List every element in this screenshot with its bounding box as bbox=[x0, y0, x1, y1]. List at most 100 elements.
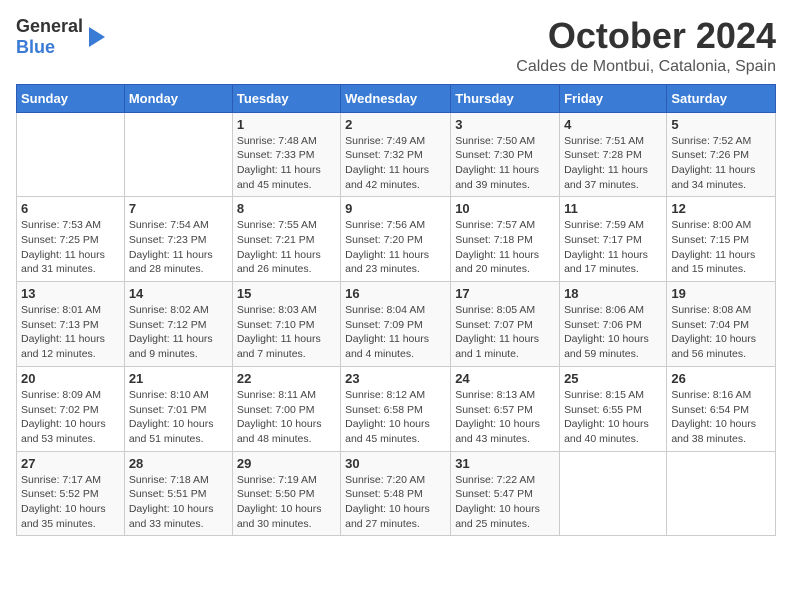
day-number: 30 bbox=[345, 456, 446, 471]
day-number: 14 bbox=[129, 286, 228, 301]
calendar-cell: 4 Sunrise: 7:51 AMSunset: 7:28 PMDaylight… bbox=[560, 112, 667, 197]
day-number: 15 bbox=[237, 286, 336, 301]
calendar-cell: 1Sunrise: 7:48 AMSunset: 7:33 PMDaylight… bbox=[232, 112, 340, 197]
day-info: Sunrise: 7:59 AMSunset: 7:17 PMDaylight:… bbox=[564, 218, 662, 277]
calendar-cell: 9 Sunrise: 7:56 AMSunset: 7:20 PMDaylight… bbox=[341, 197, 451, 282]
day-info: Sunrise: 8:01 AMSunset: 7:13 PMDaylight:… bbox=[21, 303, 120, 362]
day-number: 31 bbox=[455, 456, 555, 471]
calendar-cell: 27 Sunrise: 7:17 AMSunset: 5:52 PMDayligh… bbox=[17, 451, 125, 536]
day-info: Sunrise: 7:18 AMSunset: 5:51 PMDaylight:… bbox=[129, 473, 228, 532]
day-number: 24 bbox=[455, 371, 555, 386]
day-info: Sunrise: 7:56 AMSunset: 7:20 PMDaylight:… bbox=[345, 218, 446, 277]
calendar-cell: 31 Sunrise: 7:22 AMSunset: 5:47 PMDayligh… bbox=[451, 451, 560, 536]
calendar-cell: 3Sunrise: 7:50 AMSunset: 7:30 PMDaylight… bbox=[451, 112, 560, 197]
calendar-cell: 22 Sunrise: 8:11 AMSunset: 7:00 PMDayligh… bbox=[232, 366, 340, 451]
calendar-cell: 21 Sunrise: 8:10 AMSunset: 7:01 PMDayligh… bbox=[124, 366, 232, 451]
day-info: Sunrise: 8:10 AMSunset: 7:01 PMDaylight:… bbox=[129, 388, 228, 447]
day-number: 25 bbox=[564, 371, 662, 386]
day-info: Sunrise: 7:57 AMSunset: 7:18 PMDaylight:… bbox=[455, 218, 555, 277]
day-number: 20 bbox=[21, 371, 120, 386]
day-info: Sunrise: 7:54 AMSunset: 7:23 PMDaylight:… bbox=[129, 218, 228, 277]
day-info: Sunrise: 8:04 AMSunset: 7:09 PMDaylight:… bbox=[345, 303, 446, 362]
title-block: October 2024 Caldes de Montbui, Cataloni… bbox=[516, 16, 776, 76]
calendar-cell: 19 Sunrise: 8:08 AMSunset: 7:04 PMDayligh… bbox=[667, 282, 776, 367]
calendar-cell: 16 Sunrise: 8:04 AMSunset: 7:09 PMDayligh… bbox=[341, 282, 451, 367]
calendar-cell: 20 Sunrise: 8:09 AMSunset: 7:02 PMDayligh… bbox=[17, 366, 125, 451]
day-info: Sunrise: 7:53 AMSunset: 7:25 PMDaylight:… bbox=[21, 218, 120, 277]
calendar-header: SundayMondayTuesdayWednesdayThursdayFrid… bbox=[17, 84, 776, 112]
day-number: 23 bbox=[345, 371, 446, 386]
calendar-cell: 15 Sunrise: 8:03 AMSunset: 7:10 PMDayligh… bbox=[232, 282, 340, 367]
calendar-week-row: 13 Sunrise: 8:01 AMSunset: 7:13 PMDayligh… bbox=[17, 282, 776, 367]
calendar-body: 1Sunrise: 7:48 AMSunset: 7:33 PMDaylight… bbox=[17, 112, 776, 536]
day-number: 9 bbox=[345, 201, 446, 216]
page-header: General Blue October 2024 Caldes de Mont… bbox=[16, 16, 776, 76]
location-title: Caldes de Montbui, Catalonia, Spain bbox=[516, 58, 776, 76]
day-number: 4 bbox=[564, 117, 662, 132]
weekday-header-sunday: Sunday bbox=[17, 84, 125, 112]
weekday-header-monday: Monday bbox=[124, 84, 232, 112]
day-info: Sunrise: 7:20 AMSunset: 5:48 PMDaylight:… bbox=[345, 473, 446, 532]
day-number: 6 bbox=[21, 201, 120, 216]
calendar-cell: 24 Sunrise: 8:13 AMSunset: 6:57 PMDayligh… bbox=[451, 366, 560, 451]
logo-general: General bbox=[16, 16, 83, 36]
day-info: Sunrise: 8:05 AMSunset: 7:07 PMDaylight:… bbox=[455, 303, 555, 362]
day-info: Sunrise: 8:03 AMSunset: 7:10 PMDaylight:… bbox=[237, 303, 336, 362]
day-number: 26 bbox=[671, 371, 771, 386]
calendar-cell: 28 Sunrise: 7:18 AMSunset: 5:51 PMDayligh… bbox=[124, 451, 232, 536]
calendar-week-row: 27 Sunrise: 7:17 AMSunset: 5:52 PMDayligh… bbox=[17, 451, 776, 536]
day-info: Sunrise: 7:17 AMSunset: 5:52 PMDaylight:… bbox=[21, 473, 120, 532]
calendar-cell: 29Sunrise: 7:19 AMSunset: 5:50 PMDayligh… bbox=[232, 451, 340, 536]
calendar-cell: 10 Sunrise: 7:57 AMSunset: 7:18 PMDayligh… bbox=[451, 197, 560, 282]
day-info: Sunrise: 7:51 AMSunset: 7:28 PMDaylight:… bbox=[564, 134, 662, 193]
day-info: Sunrise: 8:09 AMSunset: 7:02 PMDaylight:… bbox=[21, 388, 120, 447]
calendar-cell bbox=[17, 112, 125, 197]
calendar-cell: 14 Sunrise: 8:02 AMSunset: 7:12 PMDayligh… bbox=[124, 282, 232, 367]
logo-arrow-icon bbox=[89, 27, 105, 47]
day-number: 5 bbox=[671, 117, 771, 132]
day-number: 19 bbox=[671, 286, 771, 301]
weekday-header-saturday: Saturday bbox=[667, 84, 776, 112]
day-number: 16 bbox=[345, 286, 446, 301]
day-number: 28 bbox=[129, 456, 228, 471]
calendar-cell: 7 Sunrise: 7:54 AMSunset: 7:23 PMDaylight… bbox=[124, 197, 232, 282]
day-number: 18 bbox=[564, 286, 662, 301]
calendar-cell: 23Sunrise: 8:12 AMSunset: 6:58 PMDayligh… bbox=[341, 366, 451, 451]
calendar-cell: 30 Sunrise: 7:20 AMSunset: 5:48 PMDayligh… bbox=[341, 451, 451, 536]
day-info: Sunrise: 8:13 AMSunset: 6:57 PMDaylight:… bbox=[455, 388, 555, 447]
day-number: 12 bbox=[671, 201, 771, 216]
day-info: Sunrise: 8:16 AMSunset: 6:54 PMDaylight:… bbox=[671, 388, 771, 447]
logo: General Blue bbox=[16, 16, 105, 58]
day-info: Sunrise: 8:02 AMSunset: 7:12 PMDaylight:… bbox=[129, 303, 228, 362]
day-number: 27 bbox=[21, 456, 120, 471]
calendar-cell: 6 Sunrise: 7:53 AMSunset: 7:25 PMDaylight… bbox=[17, 197, 125, 282]
day-info: Sunrise: 8:15 AMSunset: 6:55 PMDaylight:… bbox=[564, 388, 662, 447]
day-info: Sunrise: 7:52 AMSunset: 7:26 PMDaylight:… bbox=[671, 134, 771, 193]
weekday-header-tuesday: Tuesday bbox=[232, 84, 340, 112]
day-info: Sunrise: 8:08 AMSunset: 7:04 PMDaylight:… bbox=[671, 303, 771, 362]
day-info: Sunrise: 7:55 AMSunset: 7:21 PMDaylight:… bbox=[237, 218, 336, 277]
logo-wordmark: General Blue bbox=[16, 16, 83, 58]
day-info: Sunrise: 7:49 AMSunset: 7:32 PMDaylight:… bbox=[345, 134, 446, 193]
day-number: 29 bbox=[237, 456, 336, 471]
calendar-cell bbox=[667, 451, 776, 536]
day-number: 8 bbox=[237, 201, 336, 216]
day-number: 17 bbox=[455, 286, 555, 301]
day-info: Sunrise: 8:06 AMSunset: 7:06 PMDaylight:… bbox=[564, 303, 662, 362]
day-number: 22 bbox=[237, 371, 336, 386]
month-title: October 2024 bbox=[516, 16, 776, 56]
weekday-header-friday: Friday bbox=[560, 84, 667, 112]
calendar-cell bbox=[124, 112, 232, 197]
day-number: 7 bbox=[129, 201, 228, 216]
day-number: 21 bbox=[129, 371, 228, 386]
day-info: Sunrise: 8:11 AMSunset: 7:00 PMDaylight:… bbox=[237, 388, 336, 447]
logo-blue: Blue bbox=[16, 37, 55, 57]
calendar-cell: 8 Sunrise: 7:55 AMSunset: 7:21 PMDaylight… bbox=[232, 197, 340, 282]
calendar-cell: 18 Sunrise: 8:06 AMSunset: 7:06 PMDayligh… bbox=[560, 282, 667, 367]
day-number: 11 bbox=[564, 201, 662, 216]
day-info: Sunrise: 7:22 AMSunset: 5:47 PMDaylight:… bbox=[455, 473, 555, 532]
day-number: 13 bbox=[21, 286, 120, 301]
day-number: 10 bbox=[455, 201, 555, 216]
weekday-header-thursday: Thursday bbox=[451, 84, 560, 112]
calendar-week-row: 20 Sunrise: 8:09 AMSunset: 7:02 PMDayligh… bbox=[17, 366, 776, 451]
